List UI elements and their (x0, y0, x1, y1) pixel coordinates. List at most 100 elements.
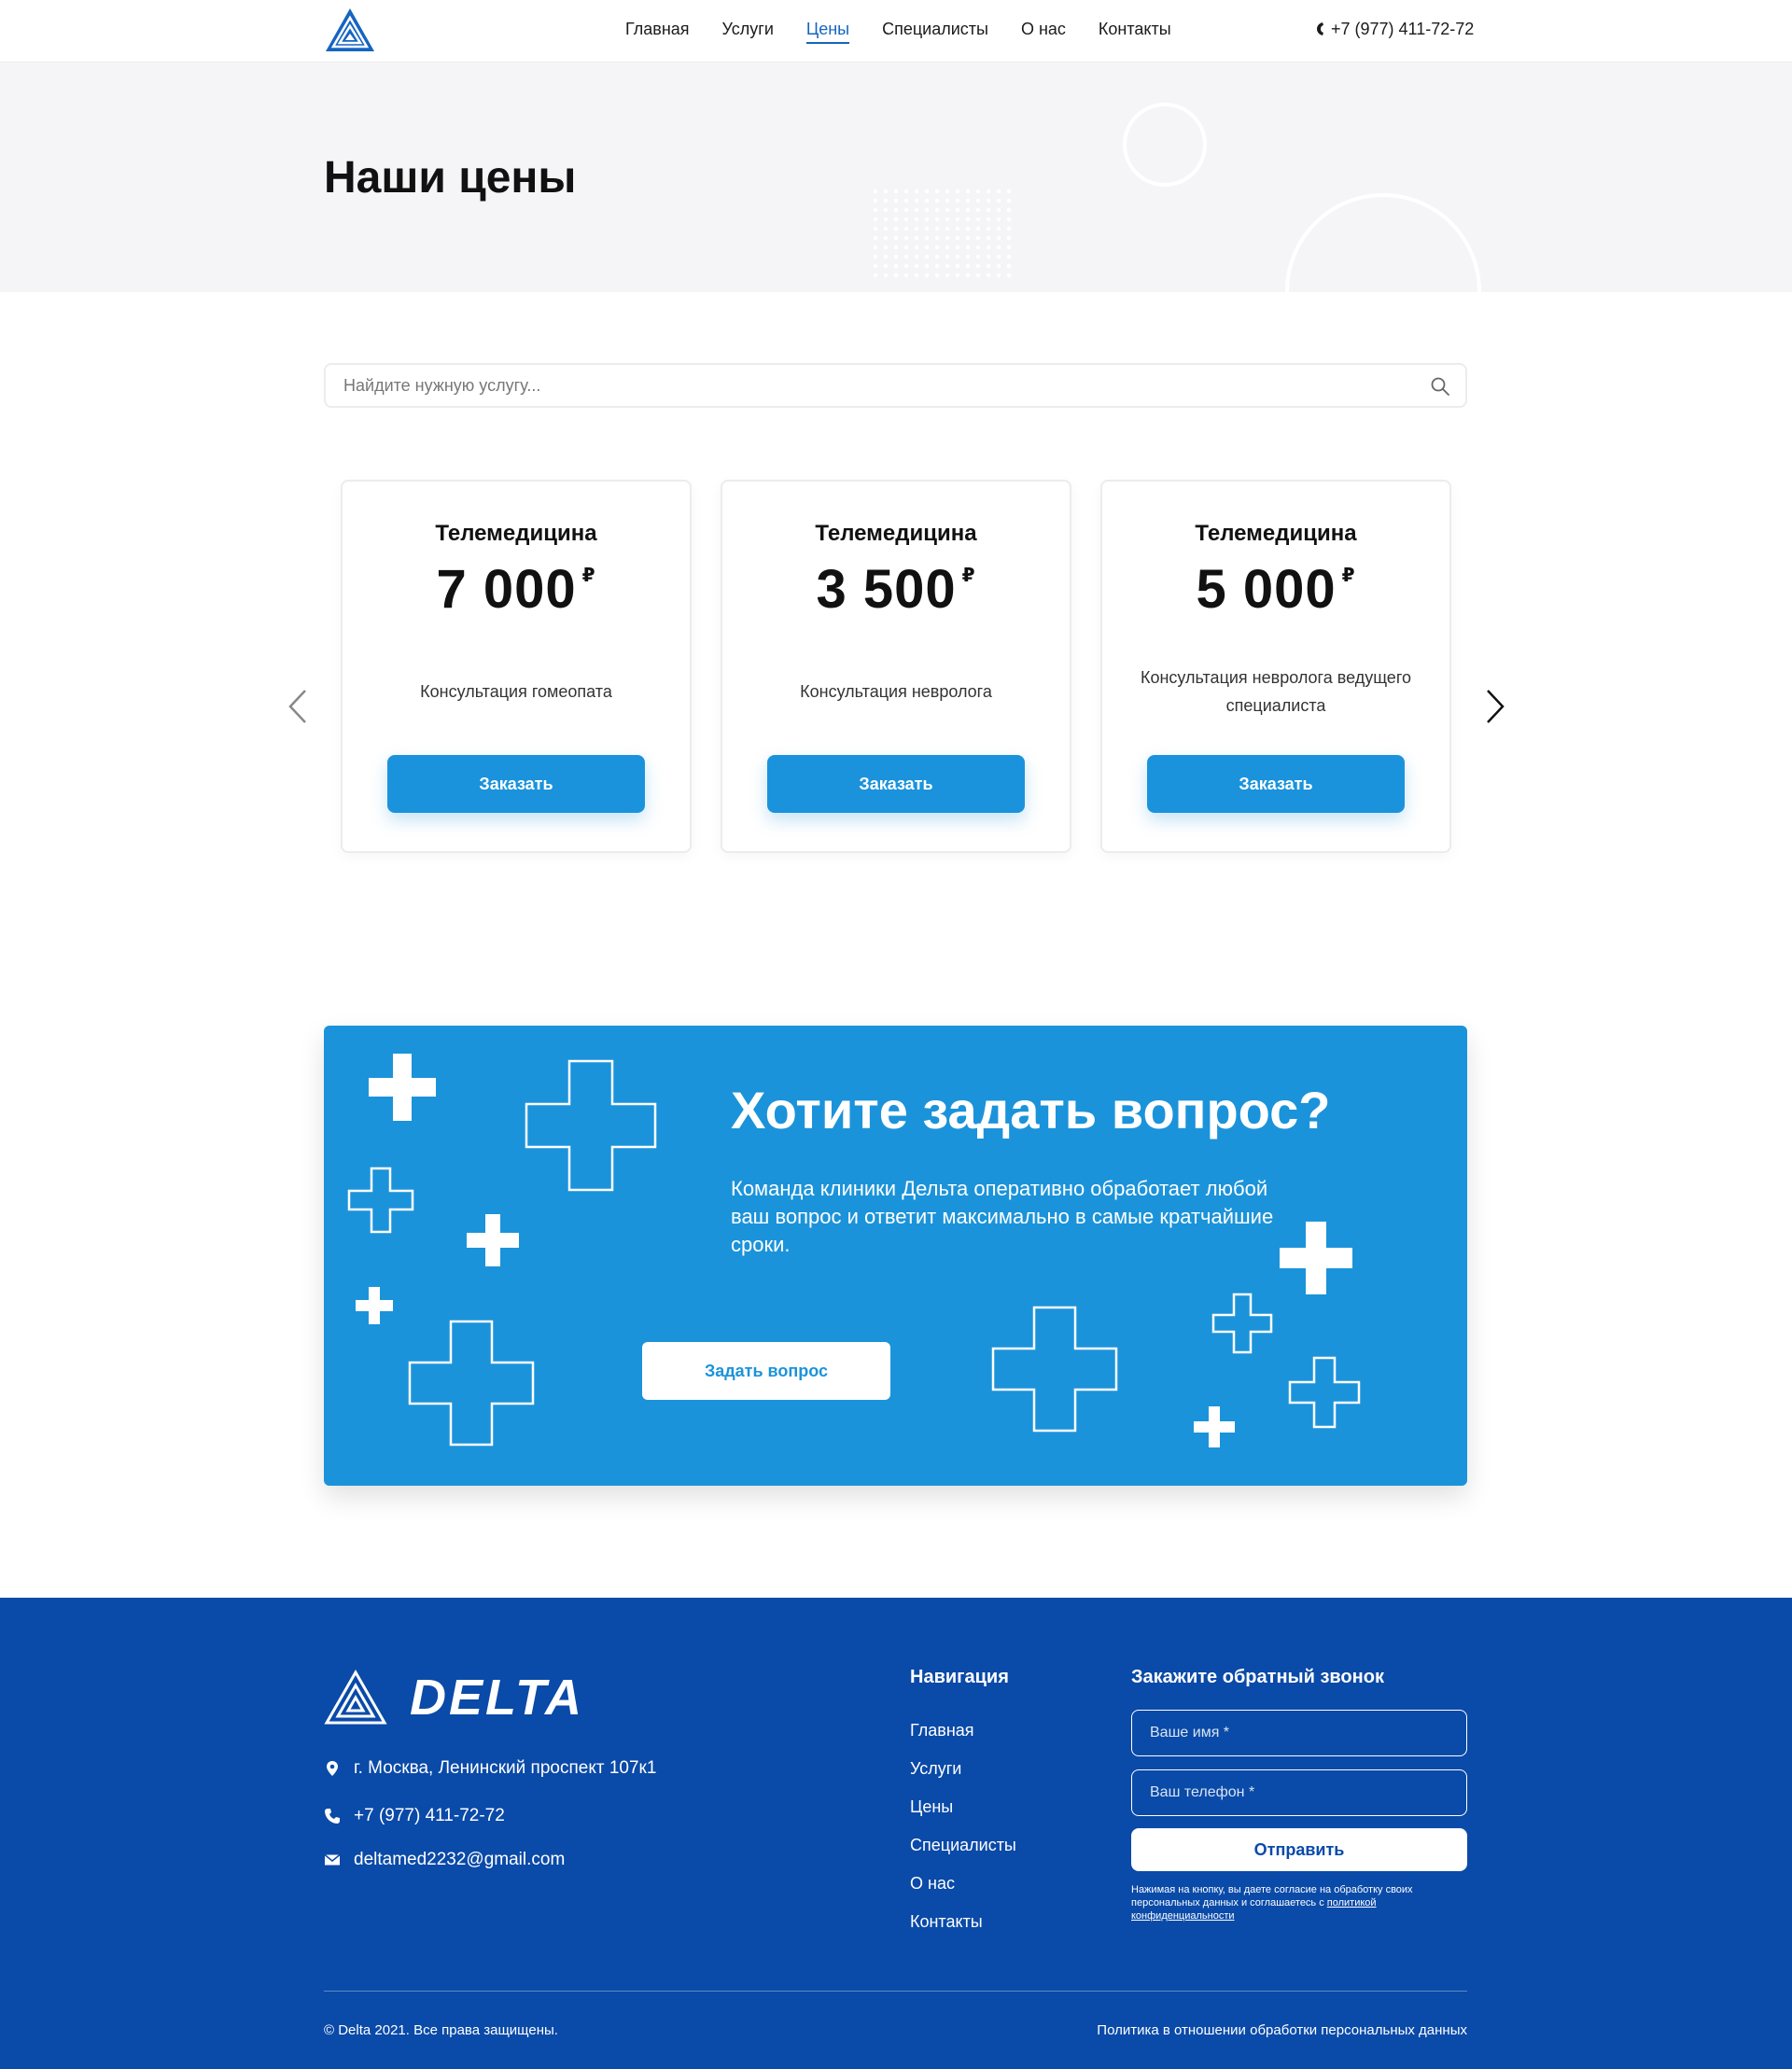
hero-dot (883, 198, 889, 203)
hero-dot (903, 245, 909, 250)
currency-sign: ₽ (961, 566, 976, 586)
card-description: Консультация невролога (800, 682, 992, 701)
nav-link-services[interactable]: Услуги (722, 0, 774, 58)
hero-dot (996, 217, 1001, 222)
hero-dot (934, 254, 940, 259)
hero-dot (965, 263, 971, 269)
hero-dot (965, 226, 971, 231)
hero-dot (883, 273, 889, 278)
logo-triangle-icon[interactable] (324, 7, 376, 53)
hero-dot (893, 217, 899, 222)
footer-email[interactable]: deltamed2232@gmail.com (324, 1850, 565, 1870)
hero-dot (934, 217, 940, 222)
footer-phone[interactable]: +7 (977) 411-72-72 (324, 1806, 505, 1826)
currency-sign: ₽ (1341, 566, 1356, 586)
hero-dot (903, 273, 909, 278)
hero-dot (975, 226, 981, 231)
header-phone-number: +7 (977) 411-72-72 (1331, 20, 1475, 38)
hero-dot (986, 226, 991, 231)
hero-dot (914, 273, 919, 278)
phone-field[interactable] (1132, 1770, 1466, 1815)
footer-nav: Главная Услуги Цены Специалисты О нас Ко… (910, 1712, 1016, 1941)
footer-nav-specialists[interactable]: Специалисты (910, 1826, 1016, 1865)
hero-dot (1006, 189, 1012, 194)
hero-dot (965, 273, 971, 278)
order-button[interactable]: Заказать (767, 755, 1025, 813)
hero-dot (1006, 198, 1012, 203)
hero-dot (996, 207, 1001, 213)
ask-question-button[interactable]: Задать вопрос (642, 1342, 890, 1400)
chevron-right-icon[interactable] (1480, 688, 1508, 725)
hero-dot (914, 254, 919, 259)
address-text: г. Москва, Ленинский проспект 107к1 (354, 1758, 657, 1778)
hero-dot (873, 198, 878, 203)
nav-link-contacts[interactable]: Контакты (1099, 0, 1171, 58)
footer-divider (324, 1991, 1467, 1992)
order-button[interactable]: Заказать (1147, 755, 1405, 813)
card-title: Телемедицина (1195, 521, 1357, 546)
hero-dot (955, 254, 960, 259)
footer-nav-services[interactable]: Услуги (910, 1750, 1016, 1788)
hero-dot (986, 254, 991, 259)
hero-dot (986, 217, 991, 222)
hero-dot (914, 263, 919, 269)
hero-dot (965, 189, 971, 194)
nav-link-about[interactable]: О нас (1021, 0, 1066, 58)
price-card: Телемедицина 3 500 ₽ Консультация невроло… (721, 480, 1071, 853)
currency-sign: ₽ (581, 566, 596, 586)
hero-dot (955, 207, 960, 213)
nav-link-specialists[interactable]: Специалисты (882, 0, 988, 58)
footer-nav-home[interactable]: Главная (910, 1712, 1016, 1750)
envelope-icon (324, 1853, 341, 1866)
name-field[interactable] (1132, 1711, 1466, 1755)
hero-dot (873, 189, 878, 194)
hero-dot (924, 189, 930, 194)
order-button[interactable]: Заказать (387, 755, 645, 813)
hero-dot (1006, 235, 1012, 241)
price-carousel: Телемедицина 7 000 ₽ Консультация гомеопа… (341, 480, 1451, 853)
data-policy-link[interactable]: Политика в отношении обработки персональ… (1097, 2022, 1467, 2038)
hero-dot (965, 217, 971, 222)
hero-dot (883, 207, 889, 213)
hero-dot (924, 263, 930, 269)
price-card: Телемедицина 5 000 ₽ Консультация невроло… (1100, 480, 1451, 853)
nav-link-prices[interactable]: Цены (805, 0, 850, 58)
hero-dot (934, 245, 940, 250)
hero-dot (955, 189, 960, 194)
hero-dot (873, 254, 878, 259)
hero-dot (914, 235, 919, 241)
footer-nav-contacts[interactable]: Контакты (910, 1903, 1016, 1941)
hero-dot (893, 263, 899, 269)
hero-dot (873, 235, 878, 241)
chevron-left-icon[interactable] (285, 688, 313, 725)
hero-dot (873, 207, 878, 213)
submit-button[interactable]: Отправить (1131, 1828, 1467, 1871)
hero-dot (955, 263, 960, 269)
card-price-value: 3 500 (816, 559, 957, 620)
search-icon[interactable] (1430, 376, 1450, 397)
card-price: 7 000 ₽ (343, 558, 690, 621)
footer-logo[interactable]: DELTA (324, 1669, 584, 1726)
hero-dot (883, 226, 889, 231)
phone-field-wrap (1131, 1769, 1467, 1816)
header-phone[interactable]: +7 (977) 411-72-72 (1316, 0, 1474, 58)
site-header: Главная Услуги Цены Специалисты О нас Ко… (0, 0, 1792, 63)
phone-icon (325, 1809, 340, 1824)
nav-link-home[interactable]: Главная (625, 0, 690, 58)
hero-dot (924, 273, 930, 278)
hero-dot (903, 226, 909, 231)
hero-dot (975, 189, 981, 194)
hero-dot (965, 245, 971, 250)
hero-dot (924, 217, 930, 222)
hero-dot (914, 245, 919, 250)
hero-dot (975, 217, 981, 222)
page-title: Наши цены (324, 153, 577, 203)
search-input[interactable] (326, 365, 1465, 406)
footer-nav-prices[interactable]: Цены (910, 1788, 1016, 1826)
hero-dot (893, 207, 899, 213)
hero-dot (903, 235, 909, 241)
hero-dot (903, 207, 909, 213)
hero-dot (975, 273, 981, 278)
banner-title: Хотите задать вопрос? (731, 1081, 1331, 1139)
footer-nav-about[interactable]: О нас (910, 1865, 1016, 1903)
